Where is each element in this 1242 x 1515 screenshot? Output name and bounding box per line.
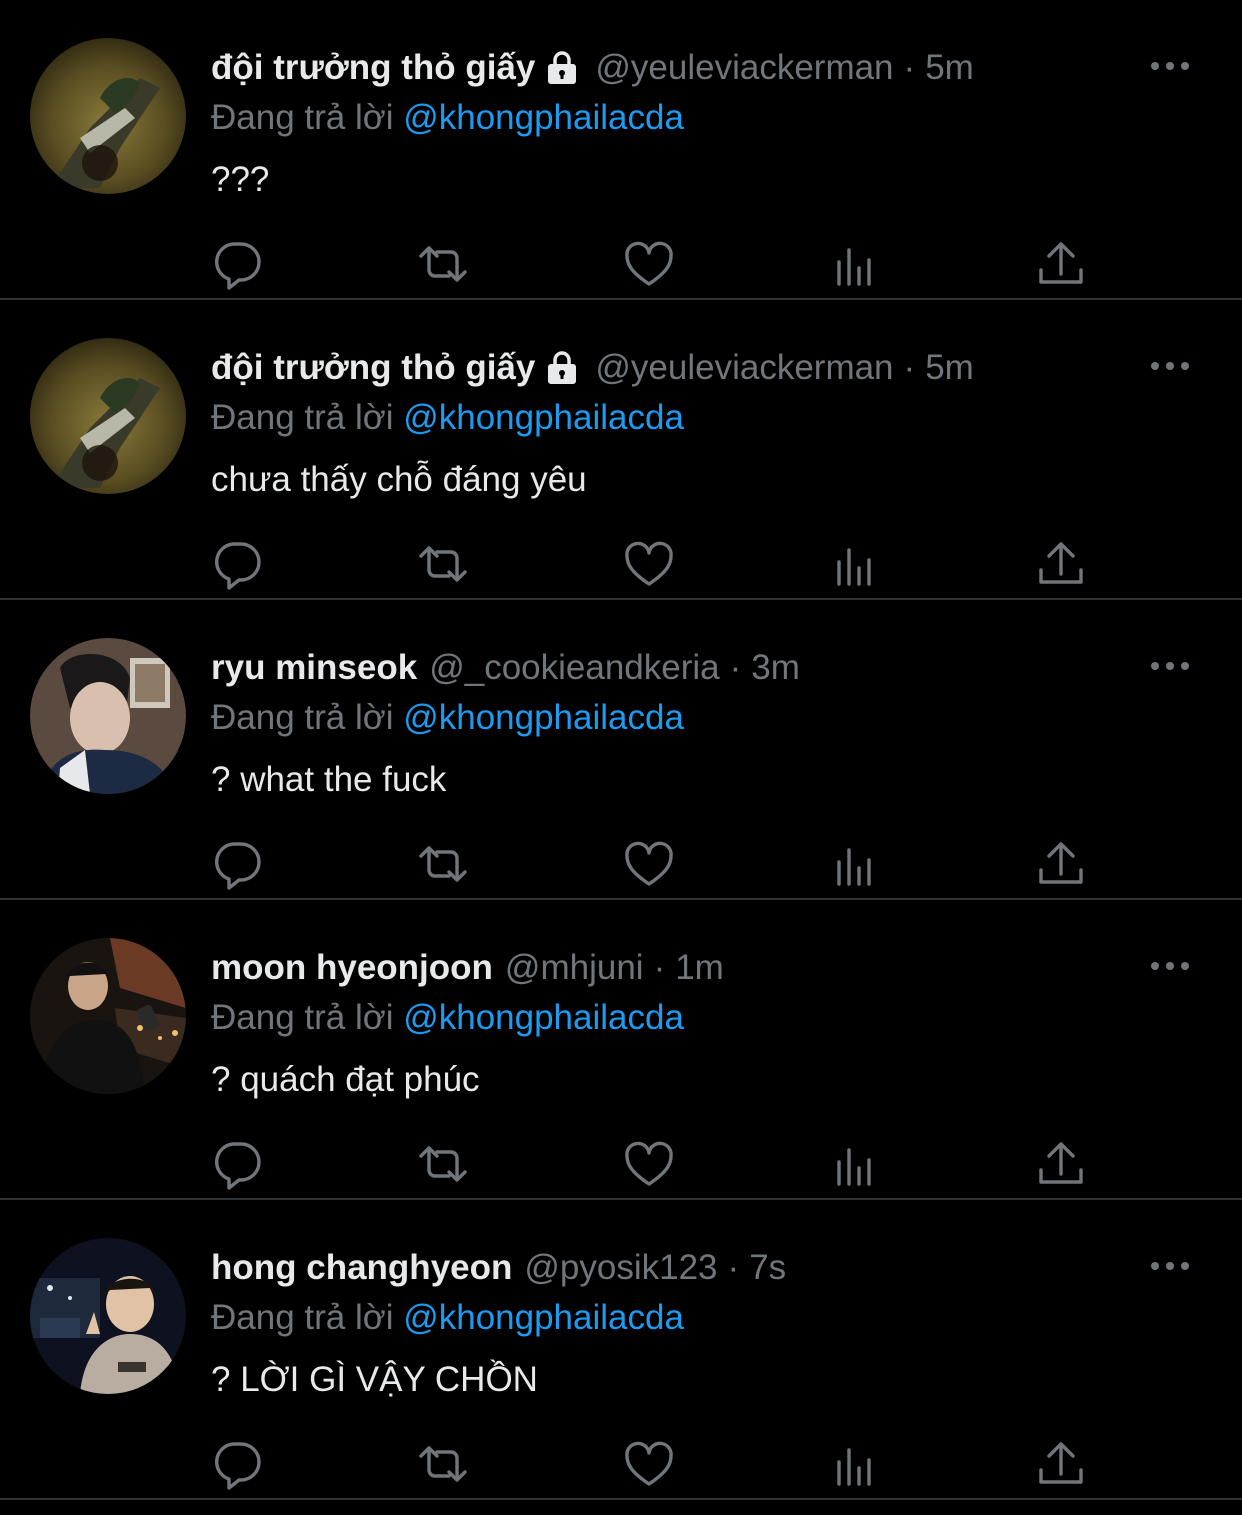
avatar-image [30,338,186,494]
tweet-text: ? LỜI GÌ VẬY CHỒN [211,1360,538,1399]
share-icon[interactable] [1033,236,1089,292]
separator: · [729,648,742,687]
tweet[interactable]: đội trưởng thỏ giấy @yeuleviackerman · 5… [0,300,1242,600]
tweet-header: đội trưởng thỏ giấy @yeuleviackerman · 5… [211,344,974,392]
replying-to-handle[interactable]: @khongphailacda [403,1298,684,1337]
avatar[interactable] [30,938,186,1094]
retweet-icon[interactable] [415,836,471,892]
timestamp[interactable]: 5m [925,44,974,92]
replying-to-label: Đang trả lời [211,1298,394,1337]
views-icon[interactable] [828,1436,884,1492]
tweet-text: ??? [211,160,270,199]
timestamp[interactable]: 7s [749,1244,786,1292]
more-horizontal-icon[interactable] [1150,656,1190,676]
replying-to-label: Đang trả lời [211,398,394,437]
separator: · [653,948,666,987]
views-icon[interactable] [828,836,884,892]
display-name[interactable]: đội trưởng thỏ giấy [211,344,535,392]
timestamp[interactable]: 3m [751,644,800,692]
replying-to: Đang trả lời @khongphailacda [211,1294,684,1342]
replying-to: Đang trả lời @khongphailacda [211,694,684,742]
views-icon[interactable] [828,536,884,592]
separator: · [903,48,916,87]
tweet-actions [0,1136,1242,1196]
reply-icon[interactable] [209,536,265,592]
user-handle[interactable]: @pyosik123 [524,1244,717,1292]
display-name[interactable]: ryu minseok [211,644,417,692]
tweet-header: moon hyeonjoon @mhjuni · 1m [211,944,724,992]
tweet[interactable]: moon hyeonjoon @mhjuni · 1m Đang trả lời… [0,900,1242,1200]
retweet-icon[interactable] [415,1436,471,1492]
replying-to: Đang trả lời @khongphailacda [211,94,684,142]
lock-icon [543,50,581,86]
replying-to-handle[interactable]: @khongphailacda [403,398,684,437]
display-name[interactable]: đội trưởng thỏ giấy [211,44,535,92]
reply-icon[interactable] [209,236,265,292]
avatar[interactable] [30,1238,186,1394]
reply-icon[interactable] [209,1436,265,1492]
user-handle[interactable]: @mhjuni [505,944,644,992]
avatar[interactable] [30,338,186,494]
tweet[interactable]: hong changhyeon @pyosik123 · 7s Đang trả… [0,1200,1242,1500]
replying-to: Đang trả lời @khongphailacda [211,394,684,442]
reply-icon[interactable] [209,836,265,892]
heart-icon[interactable] [621,1136,677,1192]
avatar-image [30,1238,186,1394]
replying-to-handle[interactable]: @khongphailacda [403,698,684,737]
replying-to-label: Đang trả lời [211,98,394,137]
avatar[interactable] [30,638,186,794]
more-horizontal-icon[interactable] [1150,956,1190,976]
reply-icon[interactable] [209,1136,265,1192]
tweet-header: ryu minseok @_cookieandkeria · 3m [211,644,800,692]
tweet[interactable]: đội trưởng thỏ giấy @yeuleviackerman · 5… [0,0,1242,300]
share-icon[interactable] [1033,536,1089,592]
views-icon[interactable] [828,236,884,292]
tweet-text: chưa thấy chỗ đáng yêu [211,460,587,499]
tweet-header: hong changhyeon @pyosik123 · 7s [211,1244,786,1292]
retweet-icon[interactable] [415,236,471,292]
timestamp[interactable]: 5m [925,344,974,392]
reply-feed: đội trưởng thỏ giấy @yeuleviackerman · 5… [0,0,1242,1515]
timestamp[interactable]: 1m [675,944,724,992]
display-name[interactable]: moon hyeonjoon [211,944,493,992]
avatar[interactable] [30,38,186,194]
avatar-image [30,938,186,1094]
heart-icon[interactable] [621,836,677,892]
heart-icon[interactable] [621,1436,677,1492]
tweet-actions [0,1436,1242,1496]
replying-to-handle[interactable]: @khongphailacda [403,998,684,1037]
separator: · [727,1248,740,1287]
views-icon[interactable] [828,1136,884,1192]
user-handle[interactable]: @_cookieandkeria [429,644,719,692]
share-icon[interactable] [1033,1436,1089,1492]
share-icon[interactable] [1033,1136,1089,1192]
tweet-text: ? what the fuck [211,760,447,799]
share-icon[interactable] [1033,836,1089,892]
retweet-icon[interactable] [415,1136,471,1192]
avatar-image [30,638,186,794]
more-horizontal-icon[interactable] [1150,1256,1190,1276]
tweet-header: đội trưởng thỏ giấy @yeuleviackerman · 5… [211,44,974,92]
retweet-icon[interactable] [415,536,471,592]
heart-icon[interactable] [621,236,677,292]
replying-to: Đang trả lời @khongphailacda [211,994,684,1042]
tweet-text: ? quách đạt phúc [211,1060,480,1099]
replying-to-label: Đang trả lời [211,998,394,1037]
more-horizontal-icon[interactable] [1150,56,1190,76]
tweet[interactable]: ryu minseok @_cookieandkeria · 3m Đang t… [0,600,1242,900]
replying-to-handle[interactable]: @khongphailacda [403,98,684,137]
tweet-actions [0,236,1242,296]
more-horizontal-icon[interactable] [1150,356,1190,376]
separator: · [903,348,916,387]
user-handle[interactable]: @yeuleviackerman [595,344,893,392]
lock-icon [543,350,581,386]
avatar-image [30,38,186,194]
replying-to-label: Đang trả lời [211,698,394,737]
tweet-actions [0,836,1242,896]
tweet-actions [0,536,1242,596]
user-handle[interactable]: @yeuleviackerman [595,44,893,92]
display-name[interactable]: hong changhyeon [211,1244,512,1292]
heart-icon[interactable] [621,536,677,592]
